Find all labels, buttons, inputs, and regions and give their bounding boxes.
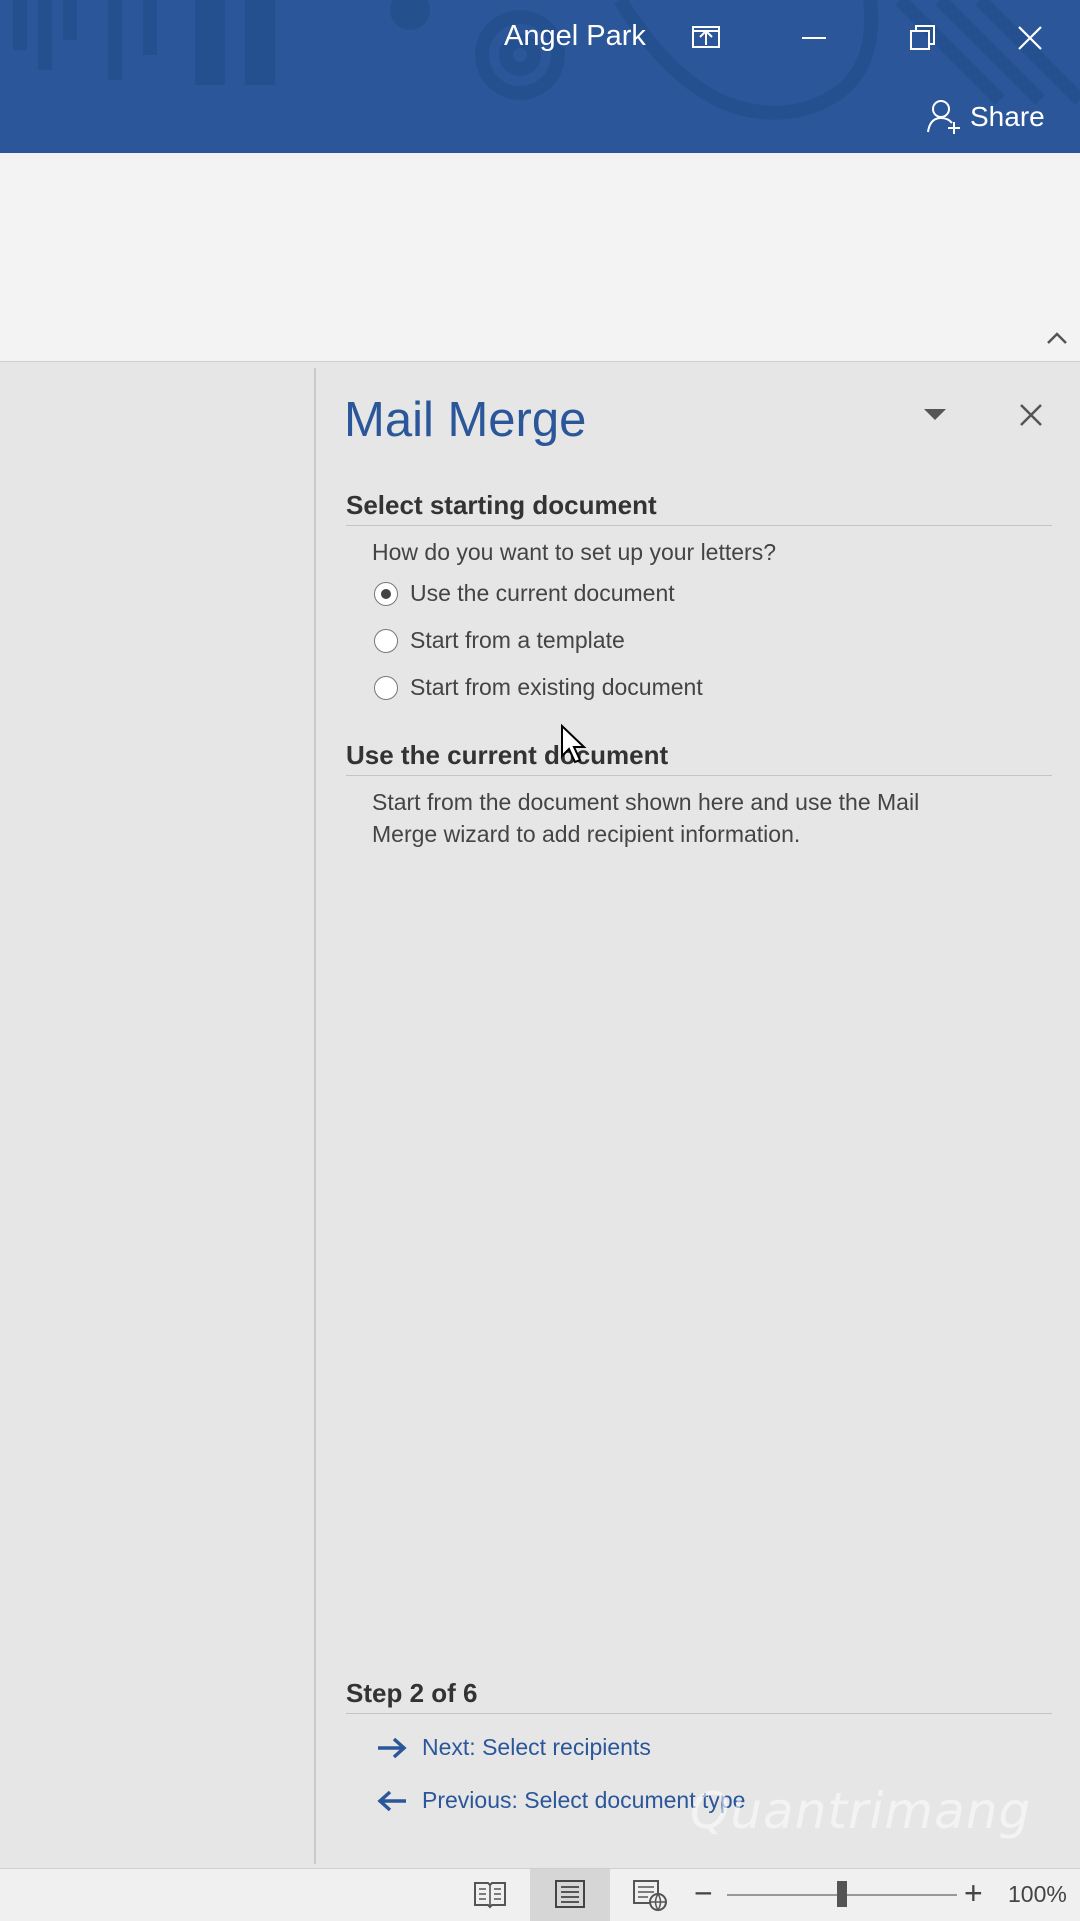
close-icon (1020, 404, 1042, 426)
person-add-icon (927, 100, 960, 134)
title-bar: Angel Park Share (0, 0, 1080, 153)
print-layout-icon (555, 1880, 585, 1908)
option-start-from-template[interactable]: Start from a template (374, 627, 625, 654)
arrow-left-icon (377, 1790, 406, 1811)
ribbon-display-icon (692, 26, 720, 48)
option-use-current-document[interactable]: Use the current document (374, 580, 675, 607)
next-link-label: Next: Select recipients (422, 1734, 651, 1760)
triangle-down-icon (924, 409, 946, 420)
minimize-icon (802, 37, 826, 39)
watermark: Quantrimang (690, 1782, 1032, 1840)
minimize-button[interactable] (794, 18, 834, 58)
zoom-percentage[interactable]: 100% (1008, 1881, 1067, 1908)
description-line-1: Start from the document shown here and u… (372, 789, 920, 815)
pane-options-button[interactable] (922, 406, 948, 427)
section-title-select-starting-document: Select starting document (346, 490, 1052, 526)
step-label: Step 2 of 6 (346, 1678, 1052, 1714)
restore-button[interactable] (902, 18, 942, 58)
share-button[interactable]: Share (926, 98, 1045, 136)
radio-button[interactable] (374, 675, 398, 700)
document-area[interactable] (0, 362, 314, 1868)
radio-button[interactable] (374, 628, 398, 653)
user-name[interactable]: Angel Park (504, 20, 646, 53)
close-icon (1018, 26, 1042, 50)
pane-close-button[interactable] (1016, 400, 1046, 435)
zoom-slider-thumb[interactable] (837, 1881, 847, 1907)
close-window-button[interactable] (1010, 18, 1050, 58)
read-mode-icon[interactable] (472, 1877, 508, 1911)
arrow-right-icon (378, 1737, 407, 1758)
zoom-in-button[interactable]: + (964, 1875, 983, 1912)
option-label: Start from existing document (410, 674, 703, 700)
question-text: How do you want to set up your letters? (372, 539, 776, 565)
next-step-link[interactable]: Next: Select recipients (376, 1734, 651, 1761)
pane-title: Mail Merge (344, 393, 587, 447)
restore-icon (910, 25, 935, 50)
section-title-use-current-document: Use the current document (346, 740, 1052, 776)
collapse-ribbon-button[interactable] (1044, 328, 1070, 353)
mouse-pointer-icon (561, 724, 587, 764)
ribbon (0, 153, 1080, 362)
option-start-from-existing-document[interactable]: Start from existing document (374, 674, 703, 701)
description-line-2: Merge wizard to add recipient informatio… (372, 821, 801, 847)
option-label: Start from a template (410, 627, 625, 653)
web-layout-icon[interactable] (630, 1877, 670, 1913)
mail-merge-pane: Mail Merge Select starting document How … (316, 362, 1080, 1868)
status-bar: − + 100% (0, 1868, 1080, 1921)
share-label: Share (970, 101, 1045, 132)
zoom-out-button[interactable]: − (694, 1875, 713, 1912)
chevron-up-icon (1047, 332, 1067, 344)
option-label: Use the current document (410, 580, 675, 606)
radio-button-checked[interactable] (374, 581, 398, 606)
ribbon-display-options-button[interactable] (686, 18, 726, 58)
